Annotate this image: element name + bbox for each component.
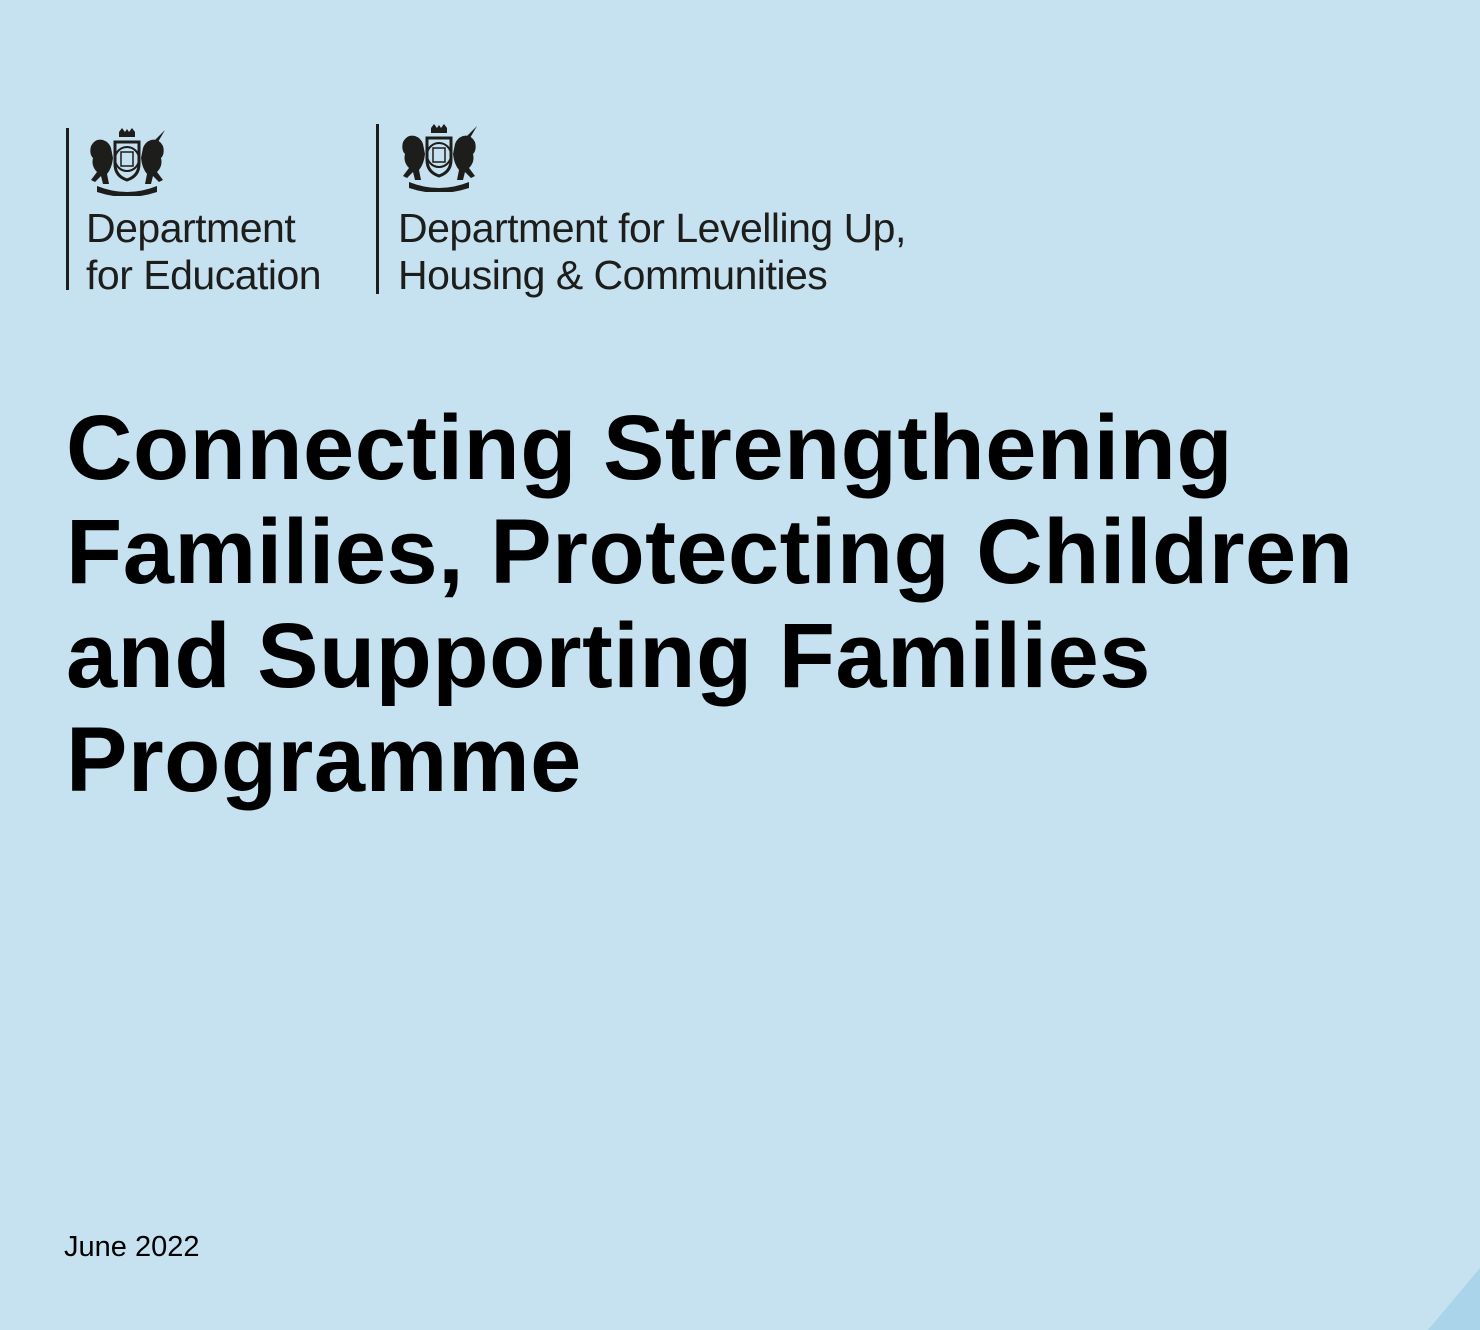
dluhc-logo-text: Department for Levelling Up, Housing & C… [398,205,906,299]
royal-coat-of-arms-icon [402,124,477,192]
dfe-logo-line-2: for Education [86,252,322,298]
dfe-logo: Department for Education [66,128,356,298]
dluhc-logo-line-2: Housing & Communities [398,252,828,298]
royal-coat-of-arms-icon [90,128,165,196]
title-line-2: Families, Protecting Children [66,501,1354,603]
dfe-logo-text: Department for Education [86,205,322,299]
title-line-3: and Supporting Families [66,605,1151,707]
cover-page: Department for Education Department for … [0,0,1480,1330]
dluhc-logo-line-1: Department for Levelling Up, [398,205,906,251]
dfe-logo-line-1: Department [86,205,296,251]
publication-date: June 2022 [64,1231,200,1263]
dluhc-logo: Department for Levelling Up, Housing & C… [376,124,1016,298]
title-line-1: Connecting Strengthening [66,397,1234,499]
document-title: Connecting Strengthening Families, Prote… [66,396,1466,812]
title-line-4: Programme [66,709,582,811]
corner-accent-shape [1428,1268,1480,1330]
